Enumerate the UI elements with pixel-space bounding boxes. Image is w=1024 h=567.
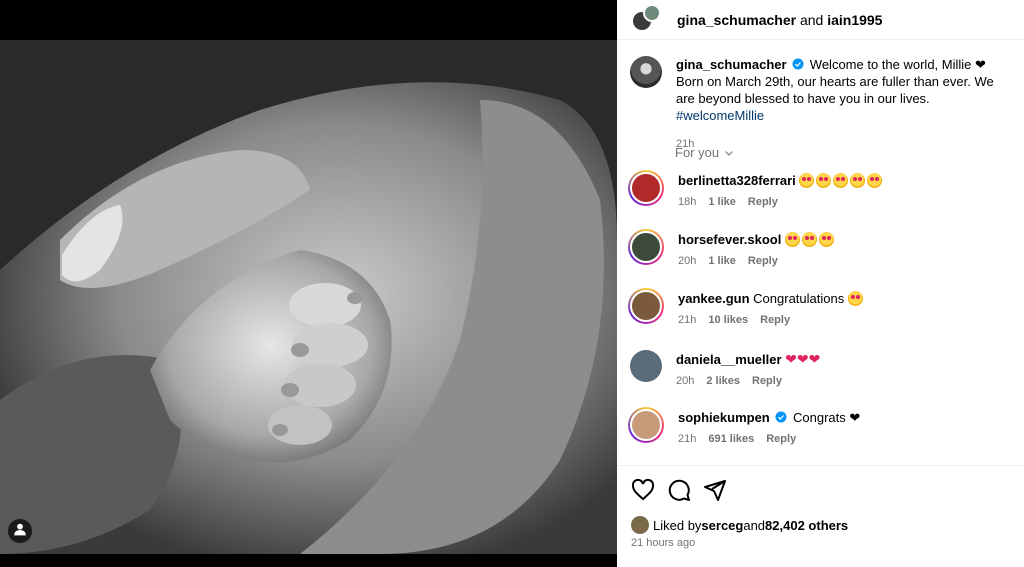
and-text: and — [796, 11, 828, 28]
avatar — [630, 231, 662, 263]
comment-text: ❤❤❤ — [785, 351, 821, 367]
comment-text: Congrats ❤ — [793, 410, 861, 425]
posted-time: 21 hours ago — [631, 537, 696, 549]
likes-middle: and — [743, 517, 766, 533]
emoji-icon — [801, 232, 817, 247]
comment-icon — [668, 479, 690, 501]
likes-prefix: Liked by — [653, 517, 702, 533]
emoji-icon — [818, 232, 834, 247]
caption-username[interactable]: gina_schumacher — [676, 57, 787, 72]
comment-time: 18h — [678, 196, 697, 208]
avatar — [630, 172, 662, 204]
reply-button[interactable]: Reply — [748, 255, 778, 267]
reply-button[interactable]: Reply — [760, 314, 790, 326]
post-authors: gina_schumacher and iain1995 — [677, 12, 882, 28]
like-button[interactable] — [631, 478, 655, 502]
liker-username[interactable]: serceg — [701, 518, 743, 533]
action-icons — [631, 478, 727, 502]
author-link[interactable]: gina_schumacher — [677, 12, 796, 28]
share-icon — [704, 480, 726, 501]
reply-button[interactable]: Reply — [752, 375, 782, 387]
reply-button[interactable]: Reply — [748, 196, 778, 208]
likes-count[interactable]: 82,402 others — [765, 518, 848, 533]
avatar — [643, 3, 661, 22]
comment-likes[interactable]: 1 like — [708, 196, 736, 208]
comment-username[interactable]: berlinetta328ferrari — [678, 173, 796, 188]
comment-likes[interactable]: 2 likes — [706, 375, 740, 387]
comment-item: sophiekumpen Congrats ❤ 21h 691 likes Repl… — [628, 407, 1014, 445]
hashtag-link[interactable]: #welcomeMillie — [676, 108, 764, 123]
media-panel — [0, 0, 617, 567]
avatar — [631, 516, 649, 534]
heart-icon — [631, 478, 655, 501]
story-ring[interactable] — [628, 407, 664, 443]
avatar[interactable] — [630, 56, 662, 88]
comment-time: 21h — [678, 314, 697, 326]
post-photo[interactable] — [0, 40, 617, 554]
baby-hand-photo — [0, 40, 617, 554]
avatar[interactable] — [630, 350, 662, 382]
comment-time: 20h — [676, 375, 695, 387]
emoji-icon — [867, 173, 883, 188]
comment-username[interactable]: daniela__mueller — [676, 352, 782, 367]
post-header: gina_schumacher and iain1995 — [617, 0, 1024, 40]
comment-item: horsefever.skool 20h 1 like Reply — [628, 229, 1014, 267]
collaborator-link[interactable]: iain1995 — [827, 12, 882, 28]
emoji-icon — [833, 173, 849, 188]
emoji-icon — [799, 173, 815, 188]
for-you-label: For you — [675, 145, 720, 160]
for-you-filter[interactable]: For you — [675, 145, 735, 160]
avatar — [630, 290, 662, 322]
story-ring[interactable] — [628, 170, 664, 206]
post-details-panel: gina_schumacher and iain1995 gina_schuma… — [617, 0, 1024, 567]
comment-time: 20h — [678, 255, 697, 267]
chevron-down-icon — [725, 150, 733, 156]
post-actions: Liked by serceg and 82,402 others 21 hou… — [617, 465, 1024, 567]
post-caption: gina_schumacher Welcome to the world, Mi… — [630, 56, 1014, 153]
share-button[interactable] — [703, 478, 727, 502]
verified-badge-icon — [792, 58, 804, 70]
comment-text: Congratulations — [753, 291, 845, 306]
comment-username[interactable]: yankee.gun — [678, 291, 750, 306]
story-ring[interactable] — [628, 288, 664, 324]
reply-button[interactable]: Reply — [766, 433, 796, 445]
comment-likes[interactable]: 691 likes — [708, 433, 754, 445]
comment-item: daniela__mueller ❤❤❤ 20h 2 likes Reply — [630, 350, 1014, 387]
instagram-post-view: gina_schumacher and iain1995 gina_schuma… — [0, 0, 1024, 567]
verified-badge-icon — [775, 411, 787, 423]
comment-likes[interactable]: 10 likes — [708, 314, 748, 326]
emoji-icon — [784, 232, 800, 247]
comment-item: berlinetta328ferrari 18h 1 like Reply — [628, 170, 1014, 208]
caption-body: gina_schumacher Welcome to the world, Mi… — [676, 56, 1014, 153]
comment-username[interactable]: horsefever.skool — [678, 232, 781, 247]
emoji-icon — [816, 173, 832, 188]
emoji-icon — [847, 291, 863, 306]
collaborator-avatars[interactable] — [629, 3, 663, 36]
comment-item: yankee.gun Congratulations 21h 10 likes Re… — [628, 288, 1014, 326]
comment-likes[interactable]: 1 like — [708, 255, 736, 267]
emoji-icon — [850, 173, 866, 188]
user-tag-icon — [13, 522, 27, 541]
user-tag-button[interactable] — [8, 519, 32, 543]
avatar — [630, 409, 662, 441]
likes-summary[interactable]: Liked by serceg and 82,402 others — [631, 516, 848, 534]
comment-username[interactable]: sophiekumpen — [678, 410, 770, 425]
story-ring[interactable] — [628, 229, 664, 265]
comment-button[interactable] — [667, 478, 691, 502]
comment-time: 21h — [678, 433, 697, 445]
